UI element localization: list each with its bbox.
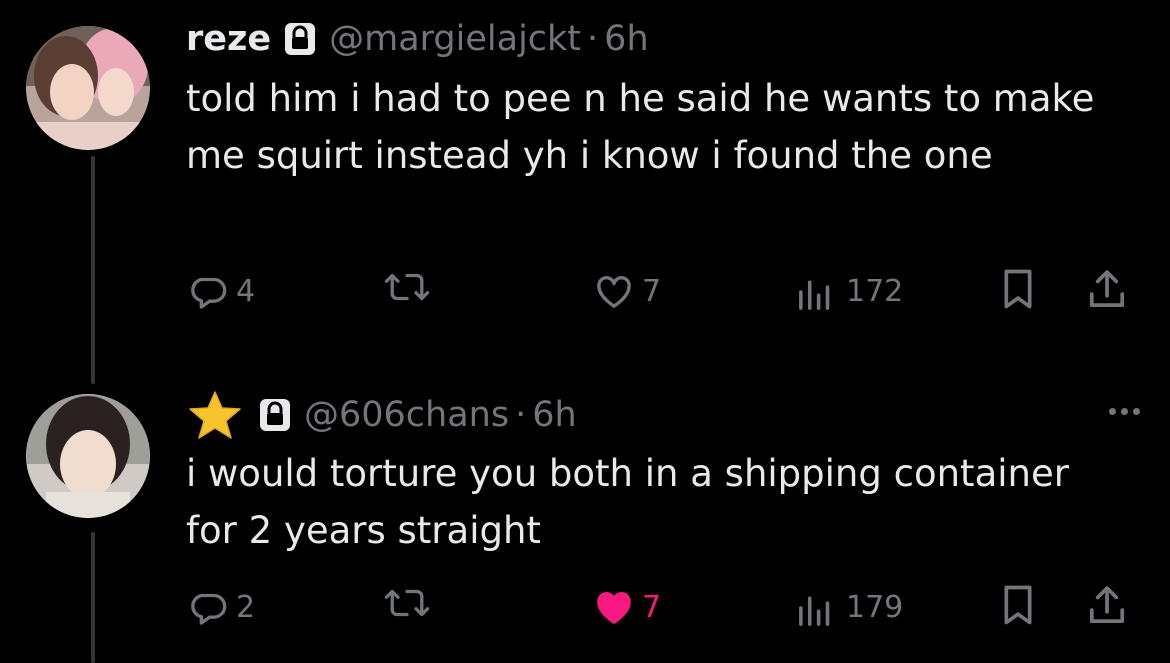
- handle[interactable]: @margielajckt: [329, 17, 581, 61]
- thread-line-top: [91, 156, 95, 384]
- tweet-header: reze @margielajckt · 6h: [186, 17, 649, 61]
- like-count: 7: [642, 274, 662, 309]
- views-button[interactable]: 172: [796, 267, 903, 317]
- share-icon: [1086, 583, 1128, 627]
- like-count: 7: [642, 590, 662, 625]
- bookmark-icon: [998, 583, 1038, 627]
- tweet-text: told him i had to pee n he said he wants…: [186, 77, 1095, 177]
- retweet-icon: [384, 583, 430, 623]
- thread-line-bottom: [91, 532, 95, 663]
- share-button[interactable]: [1086, 583, 1128, 627]
- more-options-icon[interactable]: [1109, 408, 1140, 415]
- timestamp[interactable]: 6h: [604, 17, 648, 61]
- retweet-button[interactable]: [384, 267, 438, 307]
- reply-button[interactable]: 4: [188, 267, 255, 317]
- star-emoji-icon: [186, 390, 244, 440]
- lock-icon: [285, 23, 316, 55]
- views-chart-icon: [796, 588, 838, 628]
- bookmark-button[interactable]: [998, 583, 1038, 627]
- reply-button[interactable]: 2: [188, 583, 255, 633]
- bookmark-button[interactable]: [998, 267, 1038, 311]
- tweet-actions: 4 7 172: [186, 267, 1146, 317]
- heart-icon: [594, 272, 634, 312]
- retweet-icon: [384, 267, 430, 307]
- separator-dot: ·: [587, 19, 599, 59]
- bookmark-icon: [998, 267, 1038, 311]
- views-button[interactable]: 179: [796, 583, 903, 633]
- tweet-header: @606chans · 6h: [186, 390, 577, 440]
- heart-filled-icon: [594, 588, 634, 628]
- share-button[interactable]: [1086, 267, 1128, 311]
- avatar[interactable]: [26, 26, 150, 150]
- tweet-text: i would torture you both in a shipping c…: [186, 452, 1069, 552]
- reply-count: 2: [236, 590, 256, 625]
- like-button[interactable]: 7: [594, 267, 661, 317]
- reply-count: 4: [236, 274, 256, 309]
- share-icon: [1086, 267, 1128, 311]
- separator-dot: ·: [515, 395, 527, 435]
- tweet-actions: 2 7 179: [186, 583, 1146, 633]
- timestamp[interactable]: 6h: [532, 393, 576, 437]
- reply-icon: [188, 272, 228, 312]
- view-count: 179: [846, 590, 904, 625]
- views-chart-icon: [796, 272, 838, 312]
- retweet-button[interactable]: [384, 583, 438, 623]
- like-button[interactable]: 7: [594, 583, 661, 633]
- handle[interactable]: @606chans: [304, 393, 509, 437]
- lock-icon: [260, 399, 290, 431]
- avatar[interactable]: [26, 394, 150, 518]
- display-name[interactable]: reze: [186, 17, 271, 61]
- view-count: 172: [846, 274, 904, 309]
- reply-icon: [188, 588, 228, 628]
